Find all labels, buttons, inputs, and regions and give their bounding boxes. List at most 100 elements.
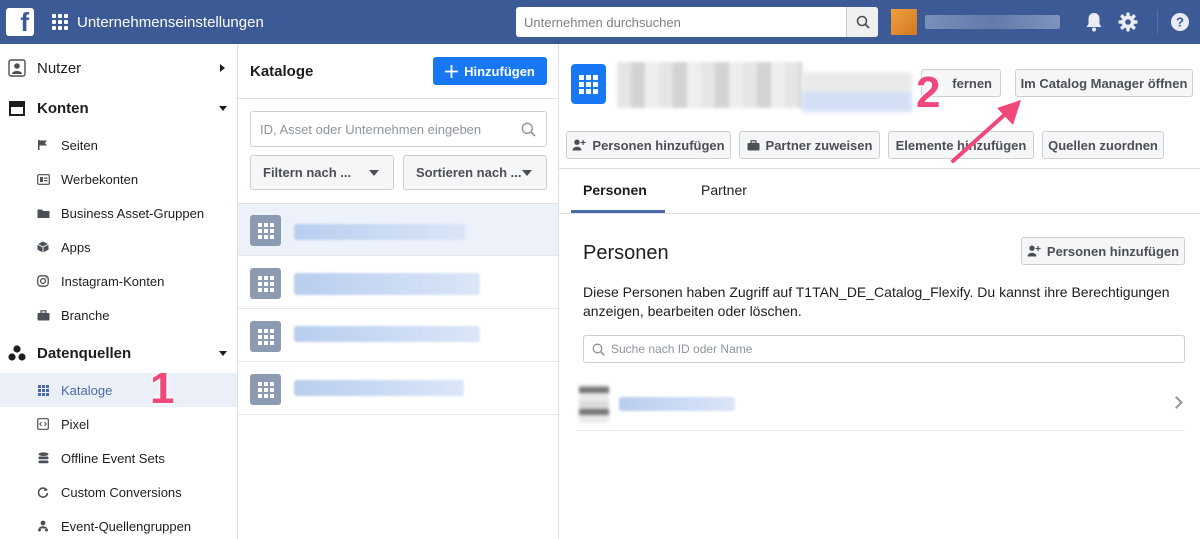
plus-icon xyxy=(445,64,459,78)
account-avatar[interactable] xyxy=(891,9,917,35)
add-people-label: Personen hinzufügen xyxy=(592,137,725,153)
sidebar: Nutzer Konten Seiten Werbekonten Busines… xyxy=(0,44,238,539)
add-people-button[interactable]: Personen hinzufügen xyxy=(566,131,731,159)
catalog-name-redacted xyxy=(294,273,480,295)
assign-partner-button[interactable]: Partner zuweisen xyxy=(739,131,880,159)
catalog-list-item[interactable] xyxy=(238,204,558,256)
topbar-divider xyxy=(1157,10,1158,34)
sidebar-section-label: Konten xyxy=(37,99,89,117)
open-catalog-manager-button[interactable]: Im Catalog Manager öffnen xyxy=(1015,69,1193,97)
add-button-label: Hinzufügen xyxy=(464,63,535,79)
sort-dropdown[interactable]: Sortieren nach ... xyxy=(403,155,547,190)
sidebar-item-label: Kataloge xyxy=(61,382,113,398)
dropdown-arrow-icon xyxy=(369,170,379,176)
catalogs-column: Kataloge Hinzufügen Filtern nach ... Sor… xyxy=(238,44,559,539)
catalog-grid-icon xyxy=(250,321,281,352)
search-icon xyxy=(521,122,536,137)
cube-icon xyxy=(36,240,50,254)
catalog-grid-icon xyxy=(571,64,606,104)
catalog-list-item[interactable] xyxy=(238,310,558,362)
sidebar-item-label: Instagram-Konten xyxy=(61,273,165,289)
person-search-input[interactable] xyxy=(605,342,1184,356)
catalog-list-item[interactable] xyxy=(238,363,558,415)
sidebar-item-offline-event-sets[interactable]: Offline Event Sets xyxy=(0,441,237,475)
person-search xyxy=(583,335,1185,363)
folder-icon xyxy=(36,206,50,220)
sidebar-item-label: Werbekonten xyxy=(61,171,139,187)
sidebar-item-event-source-groups[interactable]: Event-Quellengruppen xyxy=(0,509,237,539)
flag-icon xyxy=(36,138,50,152)
sidebar-section-accounts[interactable]: Konten xyxy=(0,91,237,125)
assign-partner-label: Partner zuweisen xyxy=(765,137,873,153)
add-catalog-button[interactable]: Hinzufügen xyxy=(433,57,547,85)
catalog-list-item[interactable] xyxy=(238,257,558,309)
sidebar-item-pixel[interactable]: Pixel xyxy=(0,407,237,441)
catalogs-header: Kataloge xyxy=(250,63,314,80)
help-icon[interactable]: ? xyxy=(1169,11,1191,33)
grid-icon xyxy=(36,383,50,397)
gear-icon[interactable] xyxy=(1117,11,1139,33)
briefcase-icon xyxy=(36,308,50,322)
datasources-icon xyxy=(8,344,26,362)
sidebar-item-label: Pixel xyxy=(61,416,90,432)
sidebar-item-apps[interactable]: Apps xyxy=(0,230,237,264)
assign-sources-button[interactable]: Quellen zuordnen xyxy=(1042,131,1164,159)
tab-partner[interactable]: Partner xyxy=(701,182,747,198)
sidebar-item-users[interactable]: Nutzer xyxy=(0,51,237,85)
sidebar-item-ad-accounts[interactable]: Werbekonten xyxy=(0,162,237,196)
person-avatar-redacted xyxy=(579,385,609,423)
people-section-title: Personen xyxy=(583,242,669,264)
section-add-people-label: Personen hinzufügen xyxy=(1046,243,1180,259)
filter-dropdown[interactable]: Filtern nach ... xyxy=(250,155,394,190)
annotation-number-2: 2 xyxy=(916,68,941,117)
svg-text:?: ? xyxy=(1176,15,1184,30)
apps-grid-icon[interactable] xyxy=(52,14,68,30)
catalog-detail-panel: fernen Im Catalog Manager öffnen Persone… xyxy=(559,44,1200,539)
sidebar-item-label: Nutzer xyxy=(37,59,82,77)
bell-icon[interactable] xyxy=(1083,11,1105,33)
sidebar-item-pages[interactable]: Seiten xyxy=(0,128,237,162)
people-section-description: Diese Personen haben Zugriff auf T1TAN_D… xyxy=(583,284,1170,319)
person-group-icon xyxy=(36,519,50,533)
person-name-redacted xyxy=(619,397,735,411)
accounts-icon xyxy=(8,99,26,117)
account-name-redacted[interactable] xyxy=(925,15,1060,29)
briefcase-icon xyxy=(747,139,760,150)
sidebar-item-business-asset-groups[interactable]: Business Asset-Gruppen xyxy=(0,196,237,230)
annotation-number-1: 1 xyxy=(150,364,175,413)
open-catalog-manager-label: Im Catalog Manager öffnen xyxy=(1020,75,1188,91)
sidebar-section-datasources[interactable]: Datenquellen xyxy=(0,336,237,370)
sidebar-item-label: Apps xyxy=(61,239,91,255)
chevron-right-icon xyxy=(1170,396,1183,409)
catalog-grid-icon xyxy=(250,374,281,405)
add-person-icon xyxy=(1027,245,1041,257)
sidebar-item-custom-conversions[interactable]: Custom Conversions xyxy=(0,475,237,509)
catalog-grid-icon xyxy=(250,215,281,246)
catalog-name-redacted xyxy=(294,380,464,396)
search-button[interactable] xyxy=(846,7,878,37)
section-add-people-button[interactable]: Personen hinzufügen xyxy=(1021,237,1185,265)
database-icon xyxy=(36,451,50,465)
annotation-arrow xyxy=(951,100,1021,163)
sidebar-item-catalogs[interactable]: Kataloge xyxy=(0,373,237,407)
sidebar-item-label: Business Asset-Gruppen xyxy=(61,205,205,221)
sidebar-item-instagram-accounts[interactable]: Instagram-Konten xyxy=(0,264,237,298)
sidebar-item-label: Offline Event Sets xyxy=(61,450,165,466)
sort-dropdown-label: Sortieren nach ... xyxy=(416,165,522,180)
dropdown-arrow-icon xyxy=(522,170,532,176)
code-icon xyxy=(36,417,50,431)
catalog-search xyxy=(250,111,547,147)
search-icon xyxy=(856,15,870,29)
person-list-item[interactable] xyxy=(577,379,1185,431)
facebook-logo-icon[interactable]: f xyxy=(6,7,34,37)
sidebar-section-label: Datenquellen xyxy=(37,344,132,362)
sidebar-item-label: Custom Conversions xyxy=(61,484,182,500)
business-search-input[interactable] xyxy=(516,7,846,37)
catalog-grid-icon xyxy=(250,268,281,299)
filter-dropdown-label: Filtern nach ... xyxy=(263,165,352,180)
collapse-arrow-icon xyxy=(219,350,227,356)
catalog-search-input[interactable] xyxy=(251,121,521,137)
tab-people[interactable]: Personen xyxy=(583,182,647,198)
sidebar-item-industry[interactable]: Branche xyxy=(0,298,237,332)
sidebar-item-label: Event-Quellengruppen xyxy=(61,518,192,534)
